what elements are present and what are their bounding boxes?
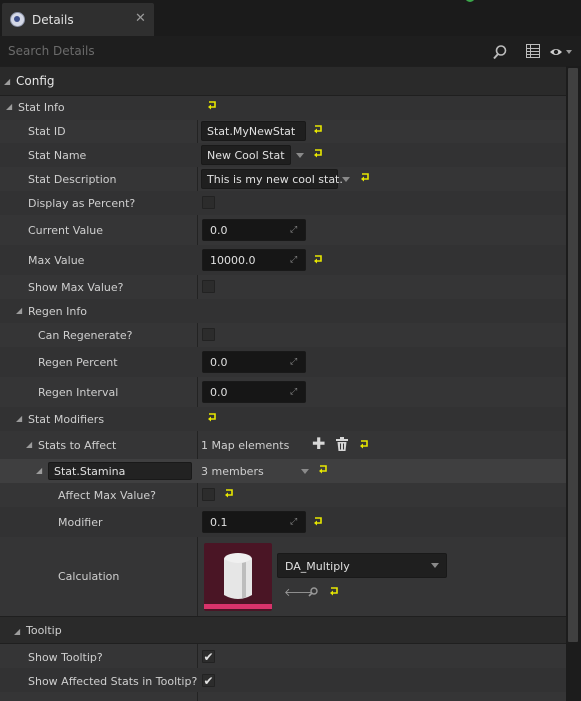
reset-to-default-icon[interactable] [360,173,370,183]
display-percent-label: Display as Percent? [28,197,136,210]
close-icon[interactable]: ✕ [135,11,146,26]
drag-value-icon[interactable]: ⤢ [290,357,297,367]
collapse-arrow-icon[interactable]: ◢ [36,466,42,475]
reset-to-default-icon[interactable] [313,255,323,265]
display-percent-checkbox[interactable] [202,196,215,209]
show-max-label: Show Max Value? [28,281,124,294]
collapse-arrow-icon[interactable]: ◢ [26,440,32,449]
show-max-checkbox[interactable] [202,280,215,293]
map-key-field[interactable]: Stat.Stamina [48,462,192,480]
calculation-label: Calculation [58,570,120,583]
group-regen-info: Regen Info [28,305,87,318]
reset-to-default-icon[interactable] [318,465,328,475]
collapse-arrow-icon[interactable]: ◢ [16,306,22,315]
asset-picker[interactable]: DA_Multiply [277,553,447,578]
dropdown-arrow-icon[interactable] [342,177,350,182]
regen-interval-label: Regen Interval [38,386,119,399]
reset-to-default-icon[interactable] [224,489,234,499]
stat-name-field[interactable]: New Cool Stat [201,145,291,165]
property-matrix-icon[interactable] [526,44,540,58]
show-tooltip-checkbox[interactable]: ✔ [202,650,215,664]
trash-icon[interactable] [336,437,348,451]
add-element-icon[interactable]: ✚ [312,434,325,453]
asset-icon [224,553,252,599]
browse-icon[interactable] [308,587,318,597]
collapse-arrow-icon[interactable]: ◢ [16,414,22,423]
show-affected-checkbox[interactable]: ✔ [202,674,215,688]
reset-to-default-icon[interactable] [313,517,323,527]
show-affected-label: Show Affected Stats in Tooltip? [28,675,198,688]
details-icon [10,12,25,27]
category-config[interactable]: ◢ Config [0,66,566,96]
regen-percent-label: Regen Percent [38,356,118,369]
group-stat-info: Stat Info [18,101,65,114]
scrollbar-thumb[interactable] [568,68,578,642]
asset-type-bar [204,604,272,609]
search-input[interactable] [0,36,480,66]
can-regenerate-checkbox[interactable] [202,328,215,341]
tab-label: Details [32,13,74,27]
row-background [0,96,566,120]
affect-max-checkbox[interactable] [202,488,215,501]
drag-value-icon[interactable]: ⤢ [290,225,297,235]
reset-to-default-icon[interactable] [313,125,323,135]
stat-description-field[interactable]: This is my new cool stat. [201,169,343,189]
drag-value-icon[interactable]: ⤢ [290,387,297,397]
dropdown-arrow-icon[interactable] [301,469,309,474]
drag-value-icon[interactable]: ⤢ [290,517,297,527]
map-elements-count: 1 Map elements [201,439,290,452]
stat-description-label: Stat Description [28,173,117,186]
stat-id-field[interactable]: Stat.MyNewStat [201,121,306,141]
can-regenerate-label: Can Regenerate? [38,329,133,342]
dropdown-arrow-icon[interactable] [296,153,304,158]
current-value-label: Current Value [28,224,104,237]
drag-value-icon[interactable]: ⤢ [290,255,297,265]
asset-thumbnail[interactable] [204,543,272,611]
stat-id-label: Stat ID [28,125,66,138]
details-tab[interactable]: Details ✕ [2,3,154,36]
search-icon[interactable] [492,44,508,60]
collapse-arrow-icon[interactable]: ◢ [6,102,12,111]
stats-to-affect-label: Stats to Affect [38,439,117,452]
reset-to-default-icon[interactable] [329,587,339,597]
collapse-arrow-icon[interactable]: ◢ [4,77,10,86]
reset-to-default-icon[interactable] [313,149,323,159]
modifier-label: Modifier [58,516,103,529]
show-tooltip-label: Show Tooltip? [28,651,103,664]
category-tooltip[interactable]: ◢ Tooltip [0,616,566,644]
category-label: Config [16,74,55,88]
max-value-label: Max Value [28,254,85,267]
collapse-arrow-icon[interactable]: ◢ [14,627,20,636]
reset-to-default-icon[interactable] [207,413,217,423]
view-options-icon[interactable] [549,46,573,58]
dropdown-arrow-icon[interactable] [431,563,439,568]
reset-to-default-icon[interactable] [207,101,217,111]
members-count: 3 members [201,465,264,478]
affect-max-label: Affect Max Value? [58,489,157,502]
reset-to-default-icon[interactable] [359,440,369,450]
group-stat-modifiers: Stat Modifiers [28,413,105,426]
category-label: Tooltip [26,624,62,637]
column-divider[interactable] [197,96,198,701]
stat-name-label: Stat Name [28,149,87,162]
